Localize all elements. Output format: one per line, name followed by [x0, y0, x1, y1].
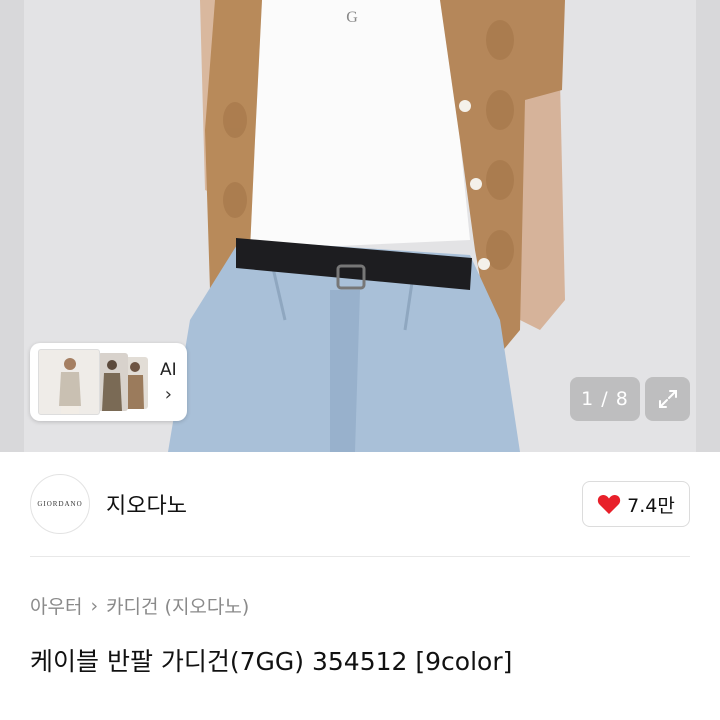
- svg-text:G: G: [346, 9, 358, 26]
- expand-icon: [658, 390, 677, 408]
- ai-label: AI: [160, 360, 177, 380]
- brand-logo-text: GIORDANO: [37, 500, 83, 508]
- ai-similar-items-card[interactable]: AI ›: [30, 343, 187, 421]
- image-counter: 1 / 8: [570, 377, 640, 421]
- ai-thumbnail: [38, 349, 100, 415]
- like-count: 7.4만: [627, 494, 675, 517]
- breadcrumb-item-cardigan[interactable]: 카디건 (지오다노): [106, 592, 249, 619]
- breadcrumb-item-outer[interactable]: 아우터: [30, 592, 82, 619]
- expand-button[interactable]: [645, 377, 690, 421]
- like-button[interactable]: 7.4만: [582, 481, 690, 527]
- heart-icon: [597, 494, 621, 514]
- product-image-carousel[interactable]: G AI › 1 / 8: [0, 0, 720, 452]
- brand-logo[interactable]: GIORDANO: [30, 474, 90, 534]
- product-title: 케이블 반팔 가디건(7GG) 354512 [9color]: [30, 647, 513, 676]
- brand-row: GIORDANO 지오다노 7.4만: [0, 452, 720, 556]
- chevron-right-icon: ›: [164, 384, 172, 405]
- brand-name[interactable]: 지오다노: [106, 488, 187, 520]
- ai-thumbnail: [98, 353, 128, 411]
- ai-thumbnails: [38, 349, 150, 415]
- breadcrumb: 아우터 › 카디건 (지오다노): [30, 592, 249, 619]
- chevron-right-icon: ›: [90, 594, 99, 617]
- divider: [30, 556, 690, 557]
